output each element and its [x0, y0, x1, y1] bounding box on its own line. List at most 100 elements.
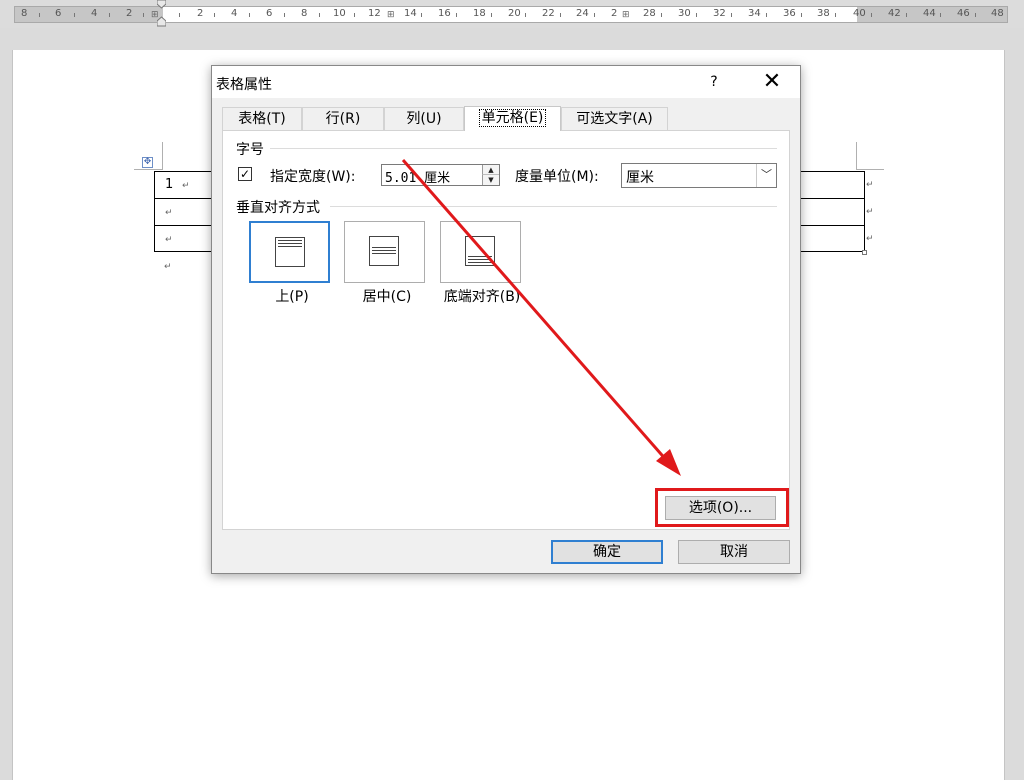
ok-button[interactable]: 确定	[551, 540, 663, 564]
ruler-number: 4	[91, 8, 98, 19]
ruler-left-margin	[15, 7, 163, 22]
tab-row[interactable]: 行(R)	[302, 107, 384, 130]
tab-label: 可选文字(A)	[576, 111, 653, 127]
measure-unit-select[interactable]: 厘米 ﹀	[621, 163, 777, 188]
ruler-number: 4	[231, 8, 238, 19]
tab-table[interactable]: 表格(T)	[222, 107, 302, 130]
ruler-number: 2	[611, 8, 618, 19]
cancel-button[interactable]: 取消	[678, 540, 790, 564]
ruler-tick	[835, 13, 836, 17]
measure-unit-label: 度量单位(M):	[515, 169, 599, 185]
ruler-tick	[39, 13, 40, 17]
ruler-tick	[731, 13, 732, 17]
column-marker-icon[interactable]: ⊞	[387, 11, 395, 20]
ruler-number: 16	[438, 8, 451, 19]
ruler-number: 28	[643, 8, 656, 19]
valign-top-label: 上(P)	[275, 289, 309, 305]
margin-guide	[856, 169, 884, 170]
close-button[interactable]: ✕	[752, 68, 792, 96]
valign-bottom-option[interactable]	[440, 221, 521, 283]
ruler-number: 10	[333, 8, 346, 19]
align-top-icon	[275, 237, 305, 267]
ruler-tick	[940, 13, 941, 17]
tab-label: 表格(T)	[238, 111, 286, 127]
ruler-number: 2	[197, 8, 204, 19]
dialog-titlebar[interactable]: 表格属性 ? ✕	[212, 66, 800, 98]
end-of-row-mark: ↵	[866, 234, 874, 244]
end-of-row-mark: ↵	[866, 180, 874, 190]
tab-label: 单元格(E)	[478, 109, 547, 127]
ruler-number: 8	[301, 8, 308, 19]
spin-down-icon[interactable]: ▼	[482, 175, 499, 185]
ruler-number: 18	[473, 8, 486, 19]
valign-section-label: 垂直对齐方式	[236, 200, 320, 216]
ruler-tick	[354, 13, 355, 17]
margin-guide	[134, 169, 162, 170]
width-input[interactable]: 5.01 厘米 ▲ ▼	[381, 164, 500, 186]
horizontal-ruler[interactable]: 8 6 4 2 ⊞ 2 4 6 8 10 12 ⊞ 14 16 18 20 22…	[0, 0, 1024, 28]
ruler-tick	[456, 13, 457, 17]
end-of-row-mark: ↵	[866, 207, 874, 217]
specify-width-label: 指定宽度(W):	[270, 169, 356, 185]
ruler-number: 34	[748, 8, 761, 19]
specify-width-checkbox[interactable]: ✓	[238, 167, 252, 181]
ruler-tick	[525, 13, 526, 17]
chevron-down-icon[interactable]: ﹀	[756, 164, 776, 187]
ruler-tick	[214, 13, 215, 17]
valign-bottom-label: 底端对齐(B)	[443, 289, 521, 305]
ruler-number: 20	[508, 8, 521, 19]
tab-cell[interactable]: 单元格(E)	[464, 106, 561, 131]
paragraph-mark: ↵	[182, 181, 190, 191]
ruler-tick	[179, 13, 180, 17]
ruler-number: 6	[55, 8, 62, 19]
ruler-tick	[74, 13, 75, 17]
spin-up-icon[interactable]: ▲	[482, 165, 499, 175]
column-marker-icon[interactable]: ⊞	[622, 11, 630, 20]
ruler-number: 42	[888, 8, 901, 19]
margin-guide	[856, 142, 857, 170]
tab-alt-text[interactable]: 可选文字(A)	[561, 107, 668, 130]
valign-top-option[interactable]	[249, 221, 330, 283]
ruler-tick	[491, 13, 492, 17]
align-bottom-icon	[465, 236, 495, 266]
size-section-label: 字号	[236, 142, 264, 158]
ruler-tick	[696, 13, 697, 17]
annotation-highlight-box	[655, 488, 789, 527]
ruler-tick	[801, 13, 802, 17]
indent-handle-icon[interactable]	[157, 0, 166, 27]
tab-label: 行(R)	[325, 111, 361, 127]
ruler-number: 6	[266, 8, 273, 19]
tab-column[interactable]: 列(U)	[384, 107, 464, 130]
ruler-number: 14	[404, 8, 417, 19]
tab-label: 列(U)	[406, 111, 442, 127]
ruler-number: 36	[783, 8, 796, 19]
ruler-tick	[249, 13, 250, 17]
table-resize-handle[interactable]	[862, 250, 867, 255]
table-cell-text[interactable]: 1	[165, 177, 173, 192]
ruler-tick	[906, 13, 907, 17]
ruler-tick	[766, 13, 767, 17]
ruler-number: 24	[576, 8, 589, 19]
ruler-tick	[319, 13, 320, 17]
ruler-tick	[594, 13, 595, 17]
help-button[interactable]: ?	[700, 70, 728, 94]
ruler-tick	[871, 13, 872, 17]
valign-center-label: 居中(C)	[362, 289, 412, 305]
ruler-number: 8	[21, 8, 28, 19]
ruler-tick	[421, 13, 422, 17]
ruler-number: 40	[853, 8, 866, 19]
ruler-tick	[284, 13, 285, 17]
ruler-number: 12	[368, 8, 381, 19]
ruler-tick	[661, 13, 662, 17]
ruler-number: 46	[957, 8, 970, 19]
ruler-number: 30	[678, 8, 691, 19]
paragraph-mark: ↵	[164, 262, 172, 272]
margin-guide	[162, 142, 163, 170]
align-center-icon	[369, 236, 399, 266]
ruler-number: 38	[817, 8, 830, 19]
table-move-handle-icon[interactable]: ✥	[142, 157, 153, 168]
ruler-number: 2	[126, 8, 133, 19]
valign-center-option[interactable]	[344, 221, 425, 283]
ruler-tick	[975, 13, 976, 17]
measure-unit-value: 厘米	[626, 170, 654, 186]
